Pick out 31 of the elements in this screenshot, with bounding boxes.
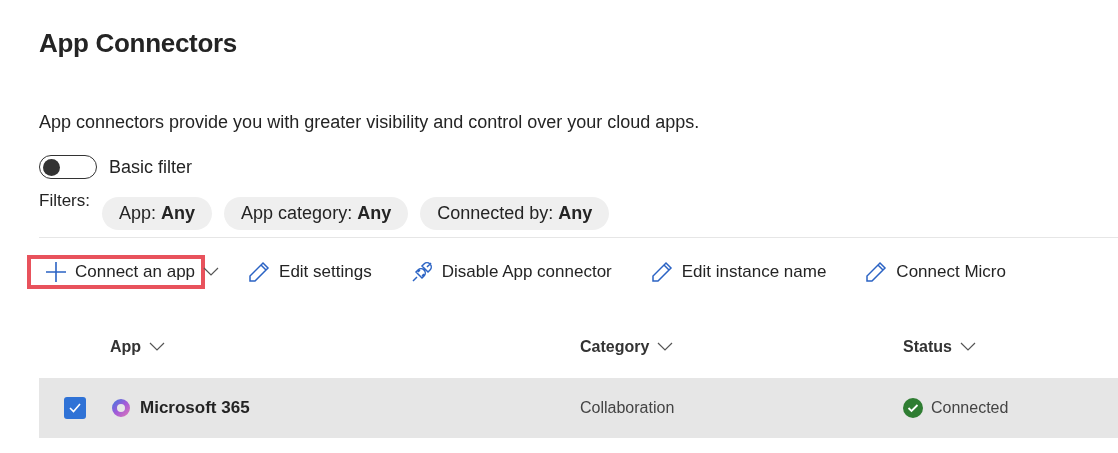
chevron-down-icon bbox=[959, 342, 976, 352]
filter-chip[interactable]: App: Any bbox=[102, 197, 213, 230]
toggle-label: Basic filter bbox=[109, 156, 193, 178]
filter-chip[interactable]: App category: Any bbox=[224, 197, 409, 230]
toolbar-button[interactable]: Connect an app bbox=[27, 255, 206, 289]
column-header[interactable]: Category bbox=[580, 338, 674, 356]
app-logo-icon bbox=[110, 397, 132, 419]
column-header[interactable]: App bbox=[110, 338, 166, 356]
column-header[interactable]: Status bbox=[903, 338, 976, 356]
description: App connectors provide you with greater visibility and control over your cloud apps. bbox=[39, 112, 701, 133]
table-row[interactable]: Microsoft 365 Collaboration Connected bbox=[39, 378, 1118, 438]
toolbar-button[interactable]: Edit settings bbox=[229, 254, 382, 290]
status-cell: Connected bbox=[931, 399, 1009, 417]
checkbox[interactable] bbox=[63, 397, 86, 419]
toggle-switch[interactable] bbox=[39, 155, 97, 179]
pencil-icon bbox=[649, 260, 674, 284]
checkmark-icon bbox=[67, 402, 82, 414]
pencil-icon bbox=[247, 260, 272, 284]
app-name: Microsoft 365 bbox=[140, 398, 250, 418]
pencil-icon bbox=[864, 260, 889, 284]
toolbar-button[interactable]: Connect Micro bbox=[846, 254, 1016, 290]
page-title: App Connectors bbox=[39, 28, 239, 59]
toolbar-button[interactable]: Disable App connector bbox=[391, 254, 622, 290]
check-circle-icon bbox=[903, 398, 923, 418]
chevron-down-icon bbox=[149, 342, 166, 352]
chevron-down-icon bbox=[657, 342, 674, 352]
toolbar-button[interactable]: Edit instance name bbox=[631, 254, 837, 290]
filter-chip[interactable]: Connected by: Any bbox=[420, 197, 610, 230]
category-cell-text: Collaboration bbox=[580, 399, 676, 417]
filters-label: Filters: bbox=[39, 191, 90, 211]
plus-icon bbox=[45, 261, 67, 283]
